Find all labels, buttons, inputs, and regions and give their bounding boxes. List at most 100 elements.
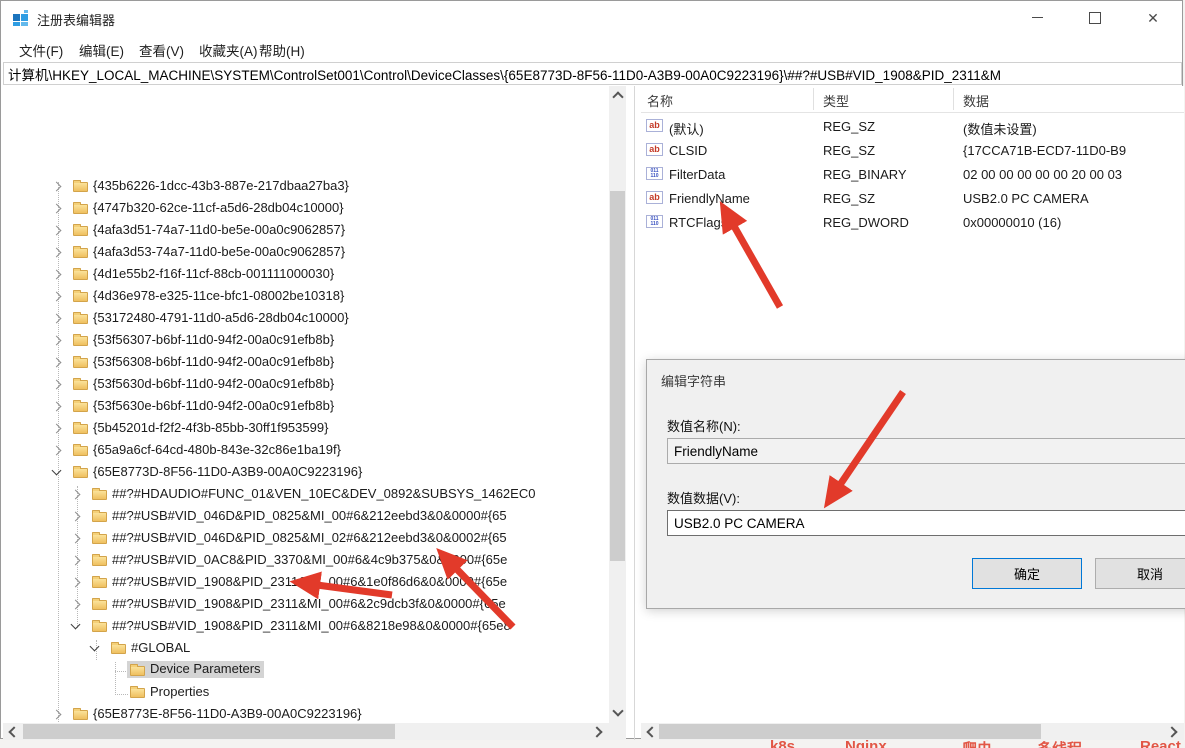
chevron-right-icon[interactable] [71,534,81,544]
scroll-up-icon[interactable] [612,91,623,102]
tree-item-label: ##?#USB#VID_1908&PID_2311&MI_00#6&2c9dcb… [112,596,506,611]
tree-item[interactable]: {4d36e978-e325-11ce-bfc1-08002be10318} [3,286,609,308]
cancel-button[interactable]: 取消 [1095,558,1185,589]
tree-item[interactable]: {65E8773D-8F56-11D0-A3B9-00A0C9223196} [3,462,609,484]
menu-item-4[interactable]: 帮助(H) [255,38,309,62]
tree-item[interactable]: {53f5630e-b6bf-11d0-94f2-00a0c91efb8b} [3,396,609,418]
tree-item[interactable]: Device Parameters [3,660,609,682]
tree-item[interactable]: {65E8773E-8F56-11D0-A3B9-00A0C9223196} [3,704,609,723]
screen: { "window": { "title": "注册表编辑器" }, "menu… [0,0,1185,748]
chevron-right-icon[interactable] [52,358,62,368]
menu-item-2[interactable]: 查看(V) [135,38,188,62]
maximize-button[interactable] [1066,1,1124,34]
tree-item[interactable]: ##?#USB#VID_046D&PID_0825&MI_02#6&212eeb… [3,528,609,550]
tree-item[interactable]: {4afa3d53-74a7-11d0-be5e-00a0c9062857} [3,242,609,264]
tree-vertical-scrollbar[interactable] [609,86,626,723]
scroll-down-icon[interactable] [612,705,623,716]
tree-item[interactable]: ##?#USB#VID_0AC8&PID_3370&MI_00#6&4c9b37… [3,550,609,572]
folder-icon [111,644,126,654]
value-row[interactable]: abCLSIDREG_SZ{17CCA71B-ECD7-11D0-B9 [641,139,1184,163]
values-header: 名称 类型 数据 [641,86,1184,113]
chevron-down-icon[interactable] [90,642,100,652]
value-row[interactable]: ab(默认)REG_SZ(数值未设置) [641,115,1184,139]
value-row[interactable]: 011 110FilterDataREG_BINARY02 00 00 00 0… [641,163,1184,187]
menu-item-1[interactable]: 编辑(E) [75,38,128,62]
chevron-right-icon[interactable] [52,182,62,192]
address-input[interactable] [8,64,1178,83]
value-row[interactable]: abFriendlyNameREG_SZUSB2.0 PC CAMERA [641,187,1184,211]
value-data: (数值未设置) [963,119,1037,138]
ok-button[interactable]: 确定 [972,558,1082,589]
values-horizontal-scrollbar[interactable] [641,723,1184,740]
folder-icon [130,688,145,698]
minimize-button[interactable] [1008,1,1066,34]
menu-item-0[interactable]: 文件(F) [15,38,67,62]
tree-item-label: {435b6226-1dcc-43b3-887e-217dbaa27ba3} [93,178,349,193]
folder-icon [92,578,107,588]
tree-item[interactable]: {435b6226-1dcc-43b3-887e-217dbaa27ba3} [3,176,609,198]
chevron-down-icon[interactable] [52,466,62,476]
chevron-right-icon[interactable] [52,204,62,214]
tree-horizontal-scrollbar[interactable] [3,723,609,740]
folder-icon [92,512,107,522]
column-header-name[interactable]: 名称 [647,91,673,110]
tree-item[interactable]: {53172480-4791-11d0-a5d6-28db04c10000} [3,308,609,330]
scroll-right-icon[interactable] [591,726,602,737]
tree-item[interactable]: {53f56308-b6bf-11d0-94f2-00a0c91efb8b} [3,352,609,374]
tree-item[interactable]: {53f56307-b6bf-11d0-94f2-00a0c91efb8b} [3,330,609,352]
tree-item[interactable]: {4747b320-62ce-11cf-a5d6-28db04c10000} [3,198,609,220]
tree-item-label: ##?#USB#VID_0AC8&PID_3370&MI_00#6&4c9b37… [112,552,507,567]
chevron-right-icon[interactable] [52,314,62,324]
chevron-right-icon[interactable] [52,446,62,456]
tree-item[interactable]: {65a9a6cf-64cd-480b-843e-32c86e1ba19f} [3,440,609,462]
value-name-input[interactable] [667,438,1185,464]
tree-item[interactable]: Properties [3,682,609,704]
chevron-right-icon[interactable] [52,292,62,302]
column-header-data[interactable]: 数据 [963,91,989,110]
tree-item[interactable]: ##?#USB#VID_1908&PID_2311&MI_00#6&2c9dcb… [3,594,609,616]
tree-item[interactable]: #GLOBAL [3,638,609,660]
chevron-right-icon[interactable] [52,402,62,412]
chevron-right-icon[interactable] [52,270,62,280]
chevron-right-icon[interactable] [71,512,81,522]
scroll-left-icon[interactable] [646,726,657,737]
value-row[interactable]: 011 110RTCFlagsREG_DWORD0x00000010 (16) [641,211,1184,235]
tree-item[interactable]: {4afa3d51-74a7-11d0-be5e-00a0c9062857} [3,220,609,242]
column-separator[interactable] [953,88,954,110]
chevron-right-icon[interactable] [52,226,62,236]
scroll-right-icon[interactable] [1166,726,1177,737]
column-separator[interactable] [813,88,814,110]
value-name: FilterData [669,167,725,182]
tree-item-label: ##?#USB#VID_1908&PID_2311&MI_00#6&8218e9… [112,618,511,633]
chevron-right-icon[interactable] [52,424,62,434]
tree-item[interactable]: {5b45201d-f2f2-4f3b-85bb-30ff1f953599} [3,418,609,440]
value-data-input[interactable] [667,510,1185,536]
tree-item[interactable]: ##?#USB#VID_1908&PID_2311&MI_00#6&8218e9… [3,616,609,638]
scrollbar-thumb[interactable] [659,724,1041,739]
chevron-right-icon[interactable] [71,600,81,610]
chevron-right-icon[interactable] [71,490,81,500]
tree-item[interactable]: {53f5630d-b6bf-11d0-94f2-00a0c91efb8b} [3,374,609,396]
tree-item[interactable]: {4d1e55b2-f16f-11cf-88cb-001111000030} [3,264,609,286]
chevron-right-icon[interactable] [71,578,81,588]
dialog-title: 编辑字符串 [661,371,726,390]
scroll-left-icon[interactable] [8,726,19,737]
column-header-type[interactable]: 类型 [823,91,849,110]
chevron-right-icon[interactable] [52,380,62,390]
chevron-down-icon[interactable] [71,620,81,630]
binary-value-icon: 011 110 [646,167,663,180]
close-button[interactable]: ✕ [1124,1,1182,34]
menu-item-3[interactable]: 收藏夹(A) [195,38,262,62]
folder-icon [73,380,88,390]
tree-item[interactable]: ##?#USB#VID_046D&PID_0825&MI_00#6&212eeb… [3,506,609,528]
scrollbar-thumb[interactable] [610,191,625,561]
chevron-right-icon[interactable] [52,336,62,346]
pane-divider[interactable] [634,86,635,740]
chevron-right-icon[interactable] [52,710,62,720]
chevron-right-icon[interactable] [52,248,62,258]
tree-item[interactable]: ##?#USB#VID_1908&PID_2311&MI_00#6&1e0f86… [3,572,609,594]
tree-item[interactable]: ##?#HDAUDIO#FUNC_01&VEN_10EC&DEV_0892&SU… [3,484,609,506]
chevron-right-icon[interactable] [71,556,81,566]
scrollbar-corner [609,723,626,740]
scrollbar-thumb[interactable] [23,724,395,739]
